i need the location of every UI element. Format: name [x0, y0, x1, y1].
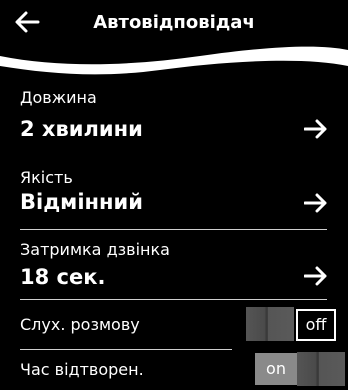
arrow-right-icon[interactable]	[304, 118, 328, 140]
setting-label: Довжина	[20, 88, 97, 107]
setting-label: Затримка дзвінка	[20, 240, 170, 259]
setting-row-quality[interactable]: Якість Відмінний	[0, 165, 348, 225]
playback-time-toggle[interactable]: on	[255, 352, 345, 386]
header-wave-decoration	[0, 46, 348, 75]
divider	[20, 349, 232, 350]
toggle-knob	[246, 307, 294, 341]
setting-row-length[interactable]: Довжина 2 хвилини	[0, 85, 348, 155]
toggle-knob	[297, 352, 345, 386]
divider	[20, 299, 327, 300]
toggle-row-listen-call: Слух. розмову off	[0, 306, 348, 342]
setting-value: 18 сек.	[20, 265, 106, 289]
toggle-state-label: off	[296, 309, 336, 341]
toggle-state-label: on	[255, 353, 297, 385]
toggle-row-playback-time: Час відтворен. on	[0, 351, 348, 387]
listen-call-toggle[interactable]: off	[246, 307, 336, 341]
setting-value: Відмінний	[20, 190, 143, 214]
setting-row-call-delay[interactable]: Затримка дзвінка 18 сек.	[0, 240, 348, 296]
divider	[20, 229, 327, 230]
arrow-right-icon[interactable]	[304, 265, 328, 287]
toggle-label: Час відтворен.	[20, 360, 144, 379]
setting-value: 2 хвилини	[20, 117, 143, 141]
arrow-right-icon[interactable]	[304, 192, 328, 214]
toggle-label: Слух. розмову	[20, 315, 140, 334]
setting-label: Якість	[20, 168, 73, 187]
